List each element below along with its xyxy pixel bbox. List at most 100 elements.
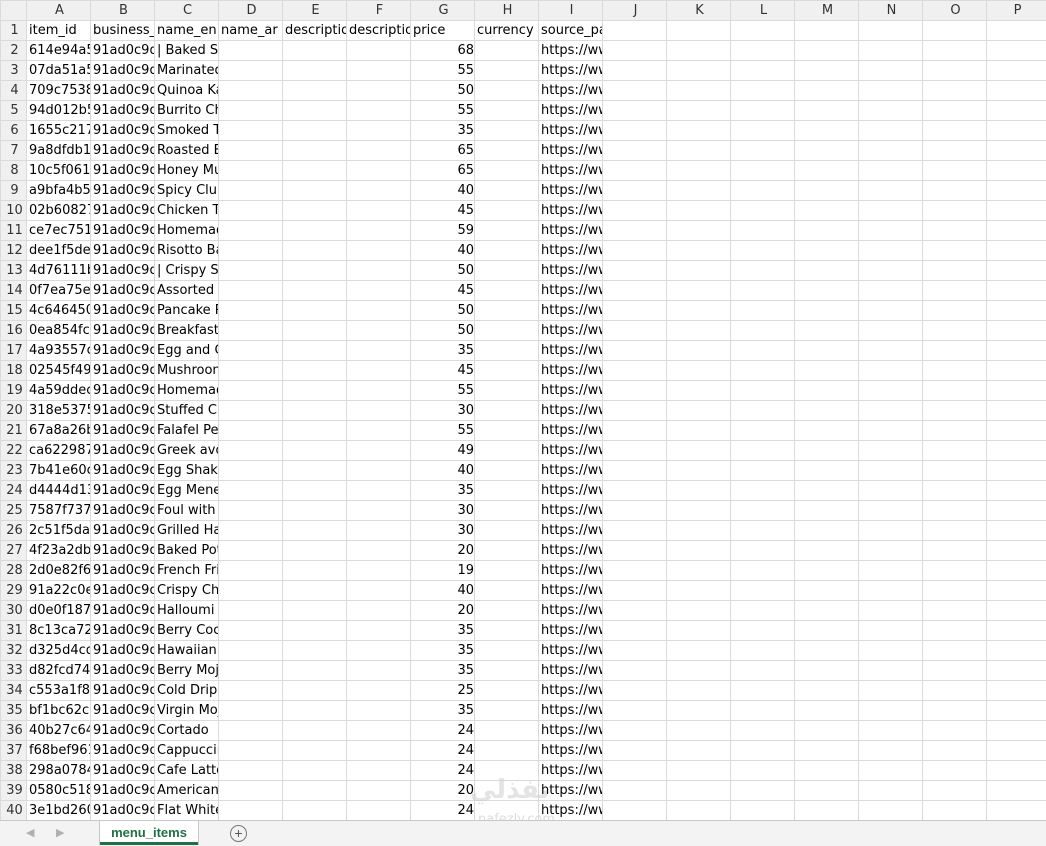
cell-empty[interactable] [667,61,731,81]
cell-price[interactable]: 45 [411,281,475,301]
cell-empty[interactable] [603,721,667,741]
cell-description[interactable] [283,561,347,581]
spreadsheet-grid[interactable]: ABCDEFGHIJKLMNOP 1item_idbusiness_name_e… [0,0,1046,820]
cell-empty[interactable] [603,601,667,621]
cell-name-en[interactable]: Spicy Club Sandwich [155,181,219,201]
cell-name-en[interactable]: Cold Drip Mojito [155,681,219,701]
cell-empty[interactable] [667,701,731,721]
cell-empty[interactable] [795,141,859,161]
cell-empty[interactable] [603,681,667,701]
cell-description[interactable] [347,201,411,221]
cell-empty[interactable] [923,281,987,301]
cell-price[interactable]: 65 [411,141,475,161]
cell-description[interactable] [347,461,411,481]
cell-empty[interactable] [987,201,1046,221]
cell-empty[interactable] [667,801,731,821]
cell-name-ar[interactable] [219,201,283,221]
cell-empty[interactable] [859,421,923,441]
cell-empty[interactable] [795,121,859,141]
cell-source-page-url[interactable]: https://www.volumeqatar.com/food%20menu [539,661,603,681]
row-header[interactable]: 15 [1,301,27,321]
cell-description[interactable] [283,641,347,661]
cell-description[interactable] [347,261,411,281]
cell-empty[interactable] [859,561,923,581]
cell-empty[interactable] [667,521,731,541]
cell-item-id[interactable]: 02545f492 [27,361,91,381]
cell-currency[interactable] [475,601,539,621]
cell-description[interactable] [347,441,411,461]
cell-description[interactable] [347,701,411,721]
cell-empty[interactable] [731,261,795,281]
cell-price[interactable]: 35 [411,481,475,501]
cell-empty[interactable] [667,581,731,601]
cell-empty[interactable] [987,261,1046,281]
cell-description[interactable] [283,81,347,101]
cell-empty[interactable] [731,121,795,141]
cell-name-en[interactable]: Cappuccino [155,741,219,761]
cell-name-ar[interactable] [219,361,283,381]
cell-empty[interactable] [923,401,987,421]
cell-description[interactable] [283,281,347,301]
column-header-p[interactable]: P [987,1,1046,21]
cell-item-id[interactable]: d4444d131 [27,481,91,501]
cell-name-ar[interactable] [219,341,283,361]
cell-empty[interactable] [859,681,923,701]
cell-price[interactable]: 50 [411,261,475,281]
cell-name-en[interactable]: Virgin Mojito [155,701,219,721]
cell-empty[interactable] [667,181,731,201]
cell-empty[interactable] [923,81,987,101]
cell-empty[interactable] [731,381,795,401]
cell-empty[interactable] [667,681,731,701]
cell-empty[interactable] [859,541,923,561]
cell-source-page-url[interactable]: https://www.volumeqatar.com/food%20menu [539,721,603,741]
cell-empty[interactable] [603,581,667,601]
cell-empty[interactable] [859,701,923,721]
cell-empty[interactable] [731,221,795,241]
cell-empty[interactable] [731,601,795,621]
cell-name-en[interactable]: Homemade Granola & Greek Yogurt [155,381,219,401]
cell-empty[interactable] [859,501,923,521]
cell-name-ar[interactable] [219,401,283,421]
cell-empty[interactable] [795,201,859,221]
row-header[interactable]: 22 [1,441,27,461]
header-cell[interactable]: source_page_url [539,21,603,41]
cell-empty[interactable] [859,341,923,361]
cell-empty[interactable] [923,161,987,181]
cell-item-id[interactable]: 3e1bd260 [27,801,91,821]
cell-empty[interactable] [987,121,1046,141]
cell-empty[interactable] [667,201,731,221]
cell-price[interactable]: 30 [411,401,475,421]
cell-description[interactable] [347,521,411,541]
header-cell[interactable] [859,21,923,41]
cell-empty[interactable] [603,301,667,321]
cell-empty[interactable] [923,141,987,161]
cell-empty[interactable] [987,341,1046,361]
cell-name-ar[interactable] [219,601,283,621]
cell-description[interactable] [283,521,347,541]
cell-empty[interactable] [859,641,923,661]
row-header[interactable]: 34 [1,681,27,701]
cell-empty[interactable] [859,601,923,621]
cell-price[interactable]: 55 [411,421,475,441]
cell-description[interactable] [283,781,347,801]
cell-business-id[interactable]: 91ad0c9d9 [91,41,155,61]
cell-description[interactable] [347,601,411,621]
cell-description[interactable] [347,81,411,101]
cell-empty[interactable] [795,601,859,621]
cell-item-id[interactable]: d325d4cdf [27,641,91,661]
cell-item-id[interactable]: c553a1f84 [27,681,91,701]
cell-source-page-url[interactable]: https://www.volumeqatar.com/food%20menu [539,321,603,341]
cell-currency[interactable] [475,621,539,641]
cell-empty[interactable] [923,181,987,201]
cell-business-id[interactable]: 91ad0c9d9 [91,461,155,481]
cell-empty[interactable] [923,801,987,821]
cell-description[interactable] [283,181,347,201]
cell-empty[interactable] [731,81,795,101]
cell-description[interactable] [347,421,411,441]
cell-description[interactable] [347,181,411,201]
cell-empty[interactable] [859,781,923,801]
row-header[interactable]: 3 [1,61,27,81]
row-header[interactable]: 9 [1,181,27,201]
cell-empty[interactable] [987,61,1046,81]
cell-empty[interactable] [923,541,987,561]
